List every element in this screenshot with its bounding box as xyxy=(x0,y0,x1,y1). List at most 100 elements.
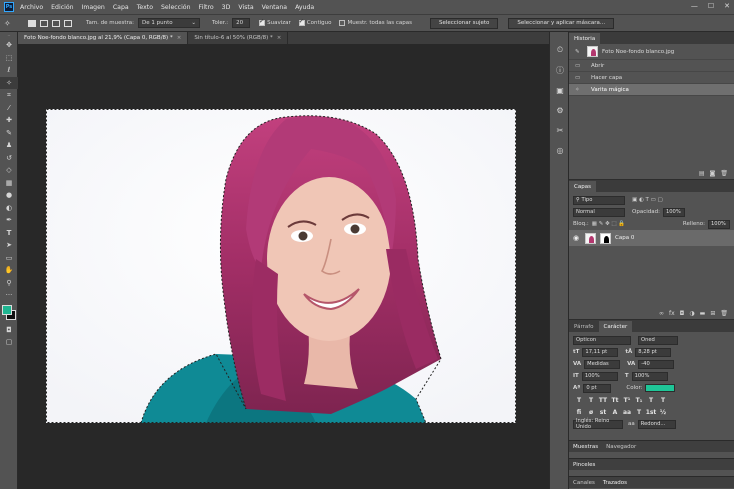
zoom-tool-icon[interactable]: ⚲ xyxy=(0,277,18,290)
fill-input[interactable]: 100% xyxy=(708,219,730,229)
swash-button[interactable]: st xyxy=(598,408,608,417)
ligatures-button[interactable]: fi xyxy=(574,408,584,417)
all-caps-button[interactable]: TT xyxy=(598,396,608,405)
new-layer-icon[interactable]: ⊞ xyxy=(710,310,715,317)
discretionary-ligatures-button[interactable]: ø xyxy=(586,408,596,417)
trash-icon[interactable]: 🗑 xyxy=(720,170,728,177)
move-tool-icon[interactable]: ✥ xyxy=(0,39,18,52)
font-size-input[interactable]: 17,11 pt xyxy=(582,347,619,357)
language-select[interactable]: Inglés: Reino Unido xyxy=(573,418,623,430)
contiguous-checkbox[interactable]: Contiguo xyxy=(298,18,331,26)
lock-icons[interactable]: ▦ ✎ ✥ ⬚ 🔒 xyxy=(592,221,625,227)
layer-row-capa-0[interactable]: ◉ Capa 0 xyxy=(569,230,734,246)
tab-parrafo[interactable]: Párrafo xyxy=(569,321,599,332)
tab-sin-titulo-6[interactable]: Sin título-6 al 50% (RGB/8) * × xyxy=(188,32,289,44)
blur-tool-icon[interactable]: ● xyxy=(0,189,18,202)
menu-seleccion[interactable]: Selección xyxy=(161,4,191,11)
horizontal-scale-input[interactable]: 100% xyxy=(631,371,668,381)
tab-caracter[interactable]: Carácter xyxy=(598,321,633,332)
titling-button[interactable]: aa xyxy=(622,408,632,417)
maximize-icon[interactable]: ☐ xyxy=(708,2,714,10)
menu-filtro[interactable]: Filtro xyxy=(199,4,214,11)
menu-ventana[interactable]: Ventana xyxy=(262,4,287,11)
intersect-selection-icon[interactable] xyxy=(64,19,72,27)
underline-button[interactable]: T xyxy=(646,396,656,405)
magic-wand-tool-icon[interactable]: ✧ xyxy=(0,76,18,89)
select-and-mask-button[interactable]: Seleccionar y aplicar máscara... xyxy=(508,17,615,29)
properties-panel-icon[interactable]: ⚙ xyxy=(550,100,570,120)
stylistic-alternates-button[interactable]: A xyxy=(610,408,620,417)
tools-presets-icon[interactable]: ✂ xyxy=(550,120,570,140)
type-tool-icon[interactable]: T xyxy=(0,227,18,240)
tab-trazados[interactable]: Trazados xyxy=(603,480,627,486)
history-item-varita-magica[interactable]: ✧ Varita mágica xyxy=(569,84,734,96)
adjustment-icon[interactable]: ◑ xyxy=(689,310,694,317)
baseline-input[interactable]: 0 pt xyxy=(583,383,612,393)
fx-icon[interactable]: fx xyxy=(669,310,675,317)
blend-mode-select[interactable]: Normal xyxy=(573,207,625,217)
faux-italic-button[interactable]: T xyxy=(586,396,596,405)
marquee-tool-icon[interactable]: ⬚ xyxy=(0,52,18,65)
history-panel-icon[interactable]: ⏲ xyxy=(550,40,570,60)
tab-capas[interactable]: Capas xyxy=(569,181,596,192)
image-canvas[interactable] xyxy=(46,109,516,423)
link-icon[interactable]: ∞ xyxy=(659,310,664,317)
close-icon[interactable]: ✕ xyxy=(724,2,730,10)
menu-vista[interactable]: Vista xyxy=(238,4,253,11)
font-style-select[interactable]: Oned xyxy=(638,335,678,345)
hand-tool-icon[interactable]: ✋ xyxy=(0,264,18,277)
new-document-icon[interactable]: ▤ xyxy=(699,170,705,177)
history-snapshot[interactable]: ✎ Foto Noe-fondo blanco.jpg xyxy=(569,44,734,60)
eyedropper-tool-icon[interactable]: ⁄ xyxy=(0,102,18,115)
half-button[interactable]: ½ xyxy=(658,408,668,417)
tab-historia[interactable]: Historia xyxy=(569,33,601,44)
subtract-selection-icon[interactable] xyxy=(52,19,60,27)
close-icon[interactable]: × xyxy=(177,35,182,41)
menu-edicion[interactable]: Edición xyxy=(51,4,73,11)
eraser-tool-icon[interactable]: ◇ xyxy=(0,164,18,177)
tolerance-input[interactable]: 20 xyxy=(232,18,251,28)
tab-pinceles[interactable]: Pinceles xyxy=(573,462,595,468)
superscript-button[interactable]: T¹ xyxy=(622,396,632,405)
document-workspace[interactable] xyxy=(18,44,549,489)
rectangle-tool-icon[interactable]: ▭ xyxy=(0,252,18,265)
camera-icon[interactable]: ◙ xyxy=(710,170,716,177)
magic-wand-icon[interactable]: ✧ xyxy=(4,19,16,28)
kerning-select[interactable]: Medidas xyxy=(584,359,621,369)
menu-imagen[interactable]: Imagen xyxy=(82,4,105,11)
smooth-checkbox[interactable]: Suavizar xyxy=(259,18,291,26)
more-tools-icon[interactable]: ··· xyxy=(0,289,18,302)
filter-icons[interactable]: ▣ ◐ T ▭ ▢ xyxy=(632,197,663,203)
gradient-tool-icon[interactable]: ▦ xyxy=(0,177,18,190)
foreground-color-swatch[interactable] xyxy=(2,304,12,315)
brush-tool-icon[interactable]: ✎ xyxy=(0,127,18,140)
crop-tool-icon[interactable]: ⌗ xyxy=(0,89,18,102)
history-brush-icon[interactable]: ↺ xyxy=(0,152,18,165)
dodge-tool-icon[interactable]: ◐ xyxy=(0,202,18,215)
fractions-button[interactable]: 1st xyxy=(646,408,657,417)
add-selection-icon[interactable] xyxy=(40,19,48,27)
info-panel-icon[interactable]: ⓘ xyxy=(550,60,570,80)
font-family-select[interactable]: Opticon xyxy=(573,335,631,345)
adjustments-panel-icon[interactable]: ▣ xyxy=(550,80,570,100)
history-item-hacer-capa[interactable]: ▭ Hacer capa xyxy=(569,72,734,84)
mask-icon[interactable]: ◘ xyxy=(680,310,685,317)
menu-ayuda[interactable]: Ayuda xyxy=(295,4,314,11)
faux-bold-button[interactable]: T xyxy=(574,396,584,405)
healing-brush-icon[interactable]: ✚ xyxy=(0,114,18,127)
screen-mode-icon[interactable]: ▢ xyxy=(0,336,18,349)
menu-capa[interactable]: Capa xyxy=(113,4,129,11)
folder-icon[interactable]: ▬ xyxy=(700,310,706,317)
close-icon[interactable]: × xyxy=(277,35,282,41)
color-swatches[interactable] xyxy=(0,302,18,324)
trash-icon[interactable]: 🗑 xyxy=(720,310,728,317)
menu-texto[interactable]: Texto xyxy=(137,4,153,11)
quick-mask-icon[interactable]: ◘ xyxy=(0,324,18,337)
select-subject-button[interactable]: Seleccionar sujeto xyxy=(430,17,499,29)
subscript-button[interactable]: T₁ xyxy=(634,396,644,405)
leading-input[interactable]: 8,28 pt xyxy=(635,347,672,357)
tab-canales[interactable]: Canales xyxy=(573,480,595,486)
styles-panel-icon[interactable]: ◎ xyxy=(550,140,570,160)
pen-tool-icon[interactable]: ✒ xyxy=(0,214,18,227)
strikethrough-button[interactable]: T xyxy=(658,396,668,405)
